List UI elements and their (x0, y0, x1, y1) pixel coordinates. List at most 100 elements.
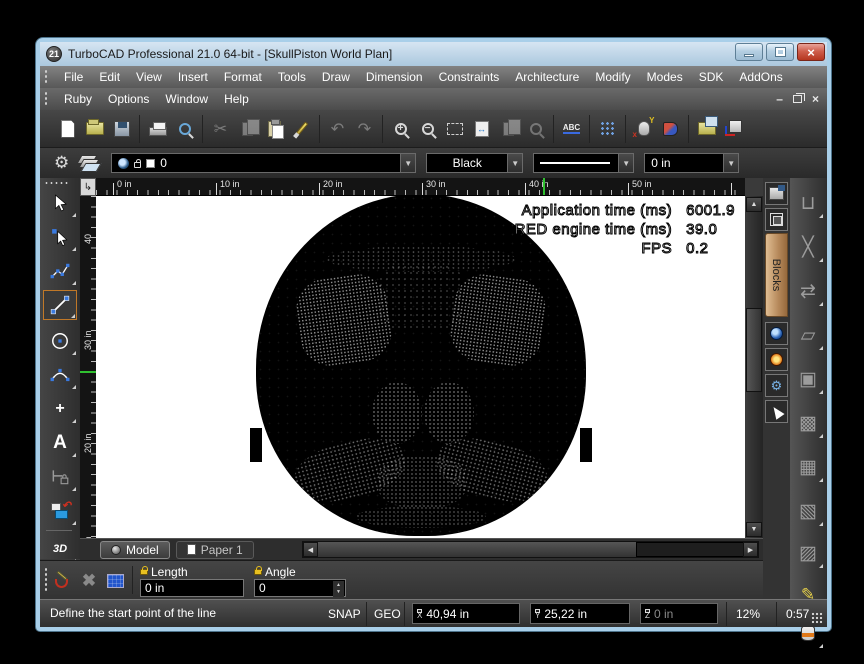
canvas-vertical-scrollbar[interactable]: ▲ ▼ (745, 196, 763, 538)
point-cloud-button[interactable] (594, 115, 621, 143)
calculator-button[interactable] (104, 571, 126, 591)
spell-check-button[interactable]: ABC (558, 115, 585, 143)
render-palette-button[interactable] (765, 348, 788, 371)
workspace-button[interactable] (720, 115, 747, 143)
menu-architecture[interactable]: Architecture (507, 66, 587, 88)
circle-tool[interactable] (43, 326, 77, 356)
angle-spinner[interactable]: ▲ ▼ (333, 581, 344, 597)
mdi-minimize-button[interactable]: – (776, 92, 783, 106)
edit-node-tool[interactable] (43, 222, 77, 252)
snap-toggle[interactable]: SNAP (328, 600, 361, 628)
z-coordinate-field[interactable]: Z 0 in (640, 603, 718, 624)
menu-file[interactable]: File (56, 66, 91, 88)
point-tool[interactable]: + (43, 394, 77, 424)
open-button[interactable] (81, 115, 108, 143)
drawing-canvas[interactable]: Application time (ms) 6001.9 RED engine … (96, 196, 745, 538)
zoom-extents-button[interactable]: ↔ (468, 115, 495, 143)
settings-palette-button[interactable]: ⚙ (765, 374, 788, 397)
canvas-horizontal-scrollbar[interactable]: ◀ ▶ (302, 541, 759, 558)
menu-help[interactable]: Help (216, 88, 257, 110)
library-palette-button[interactable] (765, 182, 788, 205)
arc-tool[interactable] (43, 360, 77, 390)
menu-dimension[interactable]: Dimension (358, 66, 431, 88)
copy-entity-tool[interactable]: ▱ (793, 318, 823, 352)
copy-button[interactable] (234, 115, 261, 143)
close-button[interactable]: × (797, 43, 825, 61)
blocks-tab-active[interactable]: Blocks (765, 233, 788, 317)
horizontal-scroll-thumb[interactable] (636, 542, 751, 557)
tab-model[interactable]: Model (100, 541, 170, 559)
vertical-scroll-thumb[interactable] (746, 308, 762, 392)
angle-input[interactable]: 0 ▲ ▼ (254, 579, 346, 597)
menu-edit[interactable]: Edit (91, 66, 128, 88)
menu-window[interactable]: Window (157, 88, 216, 110)
zoom-in-button[interactable]: + (387, 115, 414, 143)
print-preview-button[interactable] (171, 115, 198, 143)
menu-ruby[interactable]: Ruby (56, 88, 100, 110)
toolbar-grip[interactable] (44, 181, 70, 185)
menu-view[interactable]: View (128, 66, 170, 88)
previous-view-button[interactable] (495, 115, 522, 143)
trim-tool[interactable]: ╳ (793, 230, 823, 264)
dimension-tool-disabled[interactable] (43, 462, 77, 492)
line-style-dropdown-arrow[interactable]: ▼ (619, 153, 634, 173)
transform-tool[interactable]: ⇄ (793, 274, 823, 308)
spin-up-icon[interactable]: ▲ (336, 582, 341, 589)
gear-icon[interactable]: ⚙ (54, 153, 69, 173)
line-width-select[interactable]: 0 in (644, 153, 724, 173)
color-dropdown-arrow[interactable]: ▼ (508, 153, 523, 173)
menu-options[interactable]: Options (100, 88, 157, 110)
undo-button[interactable]: ↶ (324, 115, 351, 143)
resize-grip[interactable] (811, 612, 823, 624)
surface-tool[interactable]: ▨ (793, 536, 823, 570)
length-lock-icon[interactable] (140, 569, 148, 575)
x-coordinate-field[interactable]: X 40,94 in (412, 603, 520, 624)
table-tool[interactable]: ▦ (793, 450, 823, 484)
scroll-up-button[interactable]: ▲ (746, 197, 762, 212)
layers-icon[interactable] (79, 155, 99, 171)
polyline-tool[interactable] (43, 256, 77, 286)
internet-palette-button[interactable] (765, 322, 788, 345)
angle-lock-icon[interactable] (254, 569, 262, 575)
toolbar-grip[interactable] (44, 91, 48, 107)
menu-modify[interactable]: Modify (587, 66, 638, 88)
cancel-entry-button[interactable]: ✖ (78, 571, 100, 591)
new-button[interactable] (54, 115, 81, 143)
select-tool[interactable] (43, 188, 77, 218)
menu-insert[interactable]: Insert (170, 66, 216, 88)
extrude-tool[interactable]: ⊔ (793, 186, 823, 220)
menu-format[interactable]: Format (216, 66, 270, 88)
camera-view-button[interactable] (657, 115, 684, 143)
paste-button[interactable] (261, 115, 288, 143)
blocks-palette-button[interactable] (765, 208, 788, 231)
overlap-tool[interactable]: ▩ (793, 406, 823, 440)
menu-draw[interactable]: Draw (314, 66, 358, 88)
line-width-dropdown-arrow[interactable]: ▼ (724, 153, 739, 173)
zoom-out-button[interactable]: − (414, 115, 441, 143)
open-palette-button[interactable] (693, 115, 720, 143)
clamp-tool[interactable]: ▣ (793, 362, 823, 396)
scroll-left-button[interactable]: ◀ (303, 542, 318, 557)
solid-tool[interactable]: ▧ (793, 494, 823, 528)
y-coordinate-field[interactable]: Y 25,22 in (530, 603, 630, 624)
ruler-origin-icon[interactable]: ↳ (80, 178, 96, 196)
redo-button[interactable]: ↷ (351, 115, 378, 143)
toolbar-grip[interactable] (44, 567, 48, 593)
hatch-tool[interactable]: ↶ (43, 496, 77, 526)
coordinate-mouse-button[interactable] (630, 115, 657, 143)
layer-dropdown-arrow[interactable]: ▼ (401, 153, 416, 173)
spin-down-icon[interactable]: ▼ (336, 589, 341, 596)
selection-info-palette-button[interactable] (765, 400, 788, 423)
line-tool-active[interactable] (43, 290, 77, 320)
scroll-right-button[interactable]: ▶ (743, 542, 758, 557)
zoom-window-button[interactable] (441, 115, 468, 143)
pen-color-select[interactable]: Black (426, 153, 508, 173)
length-input[interactable]: 0 in (140, 579, 244, 597)
menu-tools[interactable]: Tools (270, 66, 314, 88)
menu-constraints[interactable]: Constraints (431, 66, 508, 88)
toolbar-grip[interactable] (44, 69, 48, 85)
menu-addons[interactable]: AddOns (731, 66, 790, 88)
menu-sdk[interactable]: SDK (691, 66, 732, 88)
scroll-down-button[interactable]: ▼ (746, 522, 762, 537)
minimize-button[interactable] (735, 43, 763, 61)
